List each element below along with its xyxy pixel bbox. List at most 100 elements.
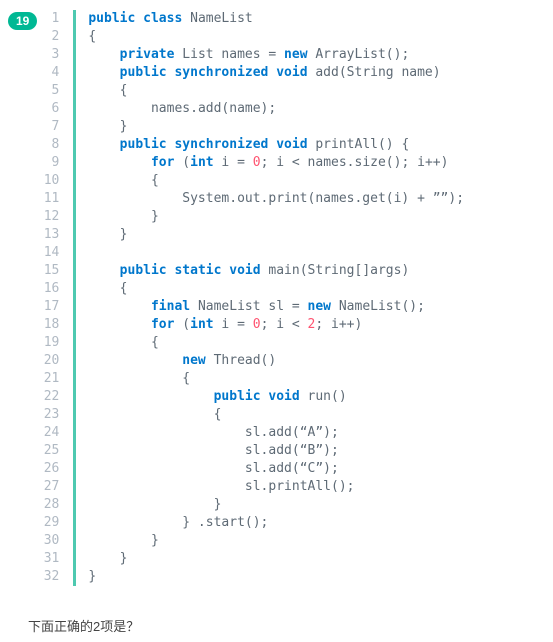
line-number: 17: [41, 298, 65, 316]
token-id: }: [120, 227, 128, 242]
line-number: 23: [41, 406, 65, 424]
line-number: 16: [41, 280, 65, 298]
line-number: 28: [41, 496, 65, 514]
line-number: 21: [41, 370, 65, 388]
token-id: NameList sl =: [190, 299, 307, 314]
line-number: 7: [41, 118, 65, 136]
line-number: 2: [41, 28, 65, 46]
token-kw: new: [182, 353, 205, 368]
token-kw: class: [143, 11, 182, 26]
code-block: 1234567891011121314151617181920212223242…: [41, 10, 464, 586]
code-line: {: [88, 334, 464, 352]
token-id: {: [120, 83, 128, 98]
code-line: }: [88, 532, 464, 550]
token-id: {: [151, 335, 159, 350]
code-line: names.add(name);: [88, 100, 464, 118]
code-line: for (int i = 0; i < 2; i++): [88, 316, 464, 334]
token-kw: void: [229, 263, 260, 278]
token-kw: static: [174, 263, 221, 278]
line-number: 10: [41, 172, 65, 190]
code-line: public synchronized void printAll() {: [88, 136, 464, 154]
code-line: private List names = new ArrayList();: [88, 46, 464, 64]
line-number: 26: [41, 460, 65, 478]
code-line: } .start();: [88, 514, 464, 532]
token-id: {: [151, 173, 159, 188]
token-id: } .start();: [182, 515, 268, 530]
code-line: sl.add(“C”);: [88, 460, 464, 478]
question-text: 下面正确的2项是？: [0, 616, 553, 635]
token-id: [135, 11, 143, 26]
code-line: for (int i = 0; i < names.size(); i++): [88, 154, 464, 172]
token-kw: final: [151, 299, 190, 314]
token-kw: synchronized: [174, 65, 268, 80]
code-line: [88, 244, 464, 262]
line-number: 8: [41, 136, 65, 154]
line-number: 3: [41, 46, 65, 64]
line-number: 19: [41, 334, 65, 352]
token-id: System.out.print(names.get(i) + ””);: [182, 191, 464, 206]
question-number-badge: 19: [8, 12, 37, 30]
code-line: System.out.print(names.get(i) + ””);: [88, 190, 464, 208]
token-id: List names =: [174, 47, 284, 62]
code-line: public void run(): [88, 388, 464, 406]
token-id: }: [88, 569, 96, 584]
token-kw: for: [151, 317, 174, 332]
code-line: }: [88, 118, 464, 136]
code-line: final NameList sl = new NameList();: [88, 298, 464, 316]
line-number: 15: [41, 262, 65, 280]
code-container: 19 1234567891011121314151617181920212223…: [0, 10, 553, 586]
code-line: }: [88, 226, 464, 244]
token-id: run(): [300, 389, 347, 404]
token-kw: void: [276, 65, 307, 80]
line-number: 5: [41, 82, 65, 100]
code-line: public class NameList: [88, 10, 464, 28]
token-id: ; i++): [315, 317, 362, 332]
line-number: 29: [41, 514, 65, 532]
code-line: }: [88, 568, 464, 586]
token-kw: void: [268, 389, 299, 404]
line-number: 18: [41, 316, 65, 334]
token-kw: int: [190, 155, 213, 170]
token-kw: new: [284, 47, 307, 62]
code-content: public class NameList{ private List name…: [76, 10, 464, 586]
line-number: 20: [41, 352, 65, 370]
token-id: sl.add(“C”);: [245, 461, 339, 476]
token-kw: private: [120, 47, 175, 62]
token-id: NameList();: [331, 299, 425, 314]
token-id: {: [182, 371, 190, 386]
token-kw: public: [120, 263, 167, 278]
token-id: ArrayList();: [308, 47, 410, 62]
token-kw: new: [308, 299, 331, 314]
line-number-gutter: 1234567891011121314151617181920212223242…: [41, 10, 76, 586]
line-number: 9: [41, 154, 65, 172]
token-kw: public: [120, 65, 167, 80]
code-line: {: [88, 172, 464, 190]
line-number: 22: [41, 388, 65, 406]
code-line: {: [88, 28, 464, 46]
code-line: public static void main(String[]args): [88, 262, 464, 280]
line-number: 6: [41, 100, 65, 118]
line-number: 27: [41, 478, 65, 496]
code-line: {: [88, 82, 464, 100]
line-number: 4: [41, 64, 65, 82]
line-number: 30: [41, 532, 65, 550]
token-kw: for: [151, 155, 174, 170]
token-kw: public: [88, 11, 135, 26]
line-number: 1: [41, 10, 65, 28]
line-number: 25: [41, 442, 65, 460]
token-id: }: [120, 551, 128, 566]
code-line: }: [88, 496, 464, 514]
token-id: }: [120, 119, 128, 134]
line-number: 31: [41, 550, 65, 568]
token-id: Thread(): [206, 353, 276, 368]
token-id: i =: [214, 317, 253, 332]
token-num: 0: [253, 317, 261, 332]
line-number: 24: [41, 424, 65, 442]
code-line: public synchronized void add(String name…: [88, 64, 464, 82]
token-id: {: [120, 281, 128, 296]
token-id: sl.printAll();: [245, 479, 355, 494]
code-line: {: [88, 406, 464, 424]
token-id: NameList: [182, 11, 252, 26]
token-id: (: [174, 155, 190, 170]
token-num: 0: [253, 155, 261, 170]
